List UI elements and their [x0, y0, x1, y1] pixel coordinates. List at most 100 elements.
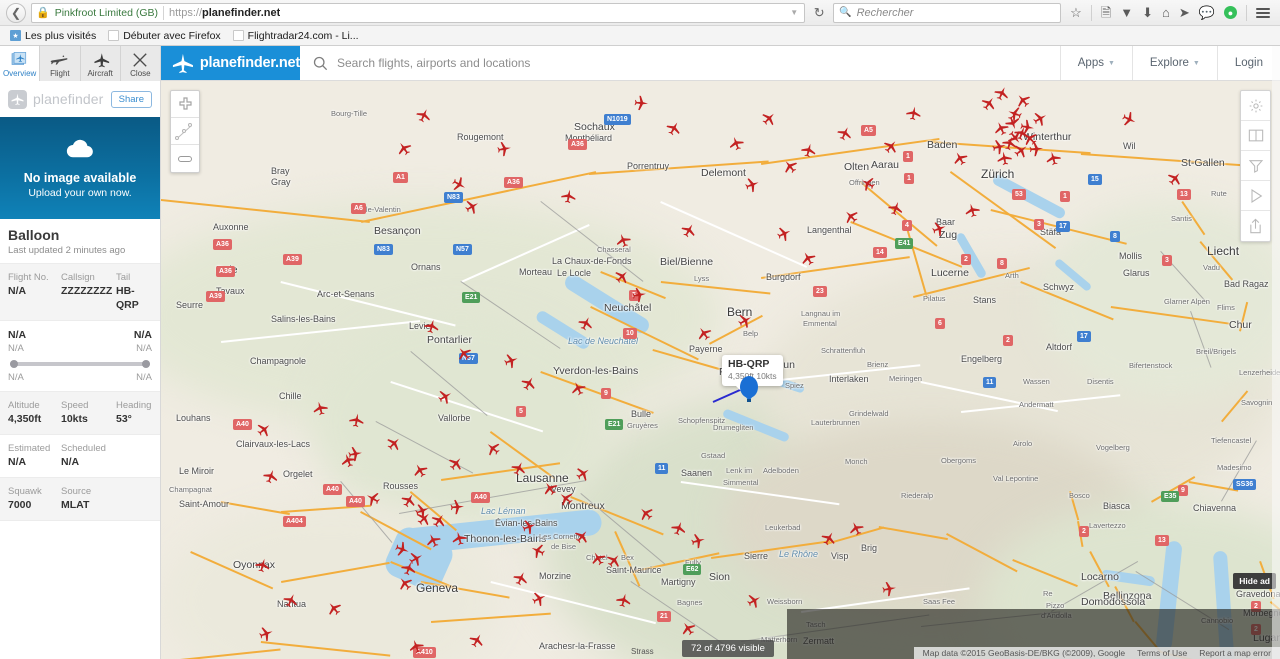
map-label: Schrattenfluh	[821, 346, 866, 355]
departure-time: N/A	[8, 372, 24, 383]
aircraft-marker[interactable]	[629, 286, 647, 304]
login-link[interactable]: Login	[1216, 46, 1280, 80]
route-shield: 23	[813, 286, 827, 297]
map-label: Porrentruy	[627, 161, 670, 171]
route-shield: 9	[601, 388, 611, 399]
route-shield: A36	[213, 239, 232, 250]
explore-menu[interactable]: Explore ▼	[1131, 46, 1217, 80]
destination-name: N/A	[136, 343, 152, 354]
route-shield: 6	[935, 318, 945, 329]
route-shield: SS36	[1233, 479, 1257, 490]
map-tool-rail[interactable]	[1240, 90, 1271, 242]
browser-chrome: ❮ 🔒 Pinkfroot Limited (GB) https://plane…	[0, 0, 1280, 46]
bookmark-most-visited[interactable]: ★ Les plus visités	[6, 29, 100, 43]
share-button[interactable]: Share	[110, 90, 152, 108]
tab-close[interactable]: Close	[120, 46, 160, 81]
share-button[interactable]	[1241, 211, 1270, 241]
url-bar[interactable]: 🔒 Pinkfroot Limited (GB) https://planefi…	[31, 2, 806, 23]
map-label: Spiez	[785, 381, 804, 390]
pocket-icon[interactable]: ▼	[1120, 6, 1133, 19]
zoom-slider[interactable]	[171, 118, 199, 145]
map-label: Tiefencastel	[1211, 436, 1252, 445]
visible-aircraft-count: 72 of 4796 visible	[682, 640, 774, 657]
altitude-value: 4,350ft	[8, 413, 42, 425]
home-icon[interactable]: ⌂	[1162, 6, 1170, 19]
map-label: Zürich	[981, 167, 1015, 181]
sidebar-logo-label: planefinder	[33, 91, 104, 107]
reload-button[interactable]: ↻	[810, 5, 828, 21]
bookmark-flightradar24[interactable]: Flightradar24.com - Li...	[229, 29, 363, 43]
map-label: Pilatus	[923, 294, 946, 303]
flight-no-value: N/A	[8, 285, 27, 297]
route-shield: N1019	[604, 114, 631, 125]
report-map-error-link[interactable]: Report a map error	[1193, 648, 1277, 658]
map-label: Lucerne	[931, 267, 969, 279]
browser-search-box[interactable]: 🔍 Rechercher	[833, 2, 1062, 23]
balloon-icon[interactable]	[739, 376, 759, 407]
map-label: Morzine	[539, 571, 572, 581]
star-icon[interactable]: ☆	[1070, 6, 1082, 19]
aircraft-marker[interactable]	[879, 580, 897, 598]
tab-flight[interactable]: Flight	[40, 46, 81, 81]
reader-icon[interactable]: 🗎	[1101, 6, 1111, 19]
attribution-data: Map data ©2015 GeoBasis-DE/BKG (©2009), …	[922, 648, 1126, 658]
zoom-out-button[interactable]	[171, 145, 199, 172]
origin-code: N/A	[8, 329, 27, 341]
map-canvas[interactable]: Sochaux Montbéliard Rougemont Bourg-Tille Gr…	[161, 81, 1280, 659]
page-scrollbar[interactable]	[1272, 46, 1280, 659]
aircraft-marker[interactable]	[1027, 141, 1044, 157]
aircraft-marker[interactable]	[348, 412, 366, 430]
back-button[interactable]: ❮	[6, 2, 26, 23]
filter-button[interactable]	[1241, 151, 1270, 181]
hamburger-menu-icon[interactable]	[1256, 7, 1270, 18]
addon-icon[interactable]: ●	[1224, 6, 1237, 19]
map-label: Disentis	[1087, 377, 1114, 386]
playback-button[interactable]	[1241, 181, 1270, 211]
origin-name: N/A	[8, 343, 24, 354]
aircraft-marker[interactable]	[448, 499, 465, 515]
hide-ad-button[interactable]: Hide ad	[1233, 573, 1276, 589]
meta-row: Squawk Source 7000 MLAT	[0, 477, 160, 520]
map-label: Lenk im	[726, 466, 753, 475]
planefinder-app: Sochaux Montbéliard Rougemont Bourg-Tille Gr…	[0, 46, 1280, 659]
tab-aircraft[interactable]: Aircraft	[80, 46, 121, 81]
split-view-button[interactable]	[1241, 121, 1270, 151]
download-icon[interactable]: ⬇	[1142, 6, 1153, 19]
map-zoom-control[interactable]	[170, 90, 200, 173]
map-label: Riederalp	[901, 491, 934, 500]
aircraft-marker[interactable]	[494, 140, 512, 158]
aircraft-marker[interactable]	[560, 188, 578, 206]
map-label: Gstaad	[701, 451, 726, 460]
callout-callsign: HB-QRP	[728, 358, 770, 370]
blank-favicon	[232, 30, 244, 41]
bookmark-firefox-start[interactable]: Débuter avec Firefox	[104, 29, 224, 43]
brand-label: planefinder.net	[199, 55, 300, 71]
global-search[interactable]: Search flights, airports and locations	[300, 46, 1060, 80]
route-shield: 3	[1162, 255, 1172, 266]
settings-button[interactable]	[1241, 91, 1270, 121]
aircraft-marker[interactable]	[905, 105, 923, 123]
brand-logo[interactable]: planefinder.net	[161, 46, 300, 80]
heading-header: Heading	[116, 400, 152, 411]
terms-of-use-link[interactable]: Terms of Use	[1131, 648, 1193, 658]
map-label: Besançon	[374, 225, 421, 237]
map-label: Adelboden	[763, 466, 799, 475]
chat-icon[interactable]: 💬	[1199, 6, 1215, 19]
apps-menu[interactable]: Apps ▼	[1059, 46, 1132, 80]
callsign-value: ZZZZZZZZ	[61, 285, 113, 297]
map-label: Neuchâtel	[604, 302, 652, 314]
aircraft-marker[interactable]	[632, 95, 649, 111]
map-label: Re	[1043, 589, 1053, 598]
url-dropdown-icon[interactable]: ▼	[790, 8, 800, 17]
send-icon[interactable]: ➤	[1179, 6, 1190, 19]
aircraft-photo-placeholder[interactable]: No image available Upload your own now.	[0, 117, 160, 219]
map-label: Aarau	[871, 159, 900, 171]
tab-overview[interactable]: Overview	[0, 46, 41, 81]
zoom-in-button[interactable]	[171, 91, 199, 118]
zoom-slider-icon[interactable]	[175, 119, 195, 144]
route-row: N/A N/A N/A N/A N/A N/A	[0, 320, 160, 391]
tab-overview-label: Overview	[2, 68, 37, 78]
map-label: Meiringen	[889, 374, 922, 383]
destination-code: N/A	[133, 329, 152, 341]
playback-icon	[1250, 188, 1262, 203]
